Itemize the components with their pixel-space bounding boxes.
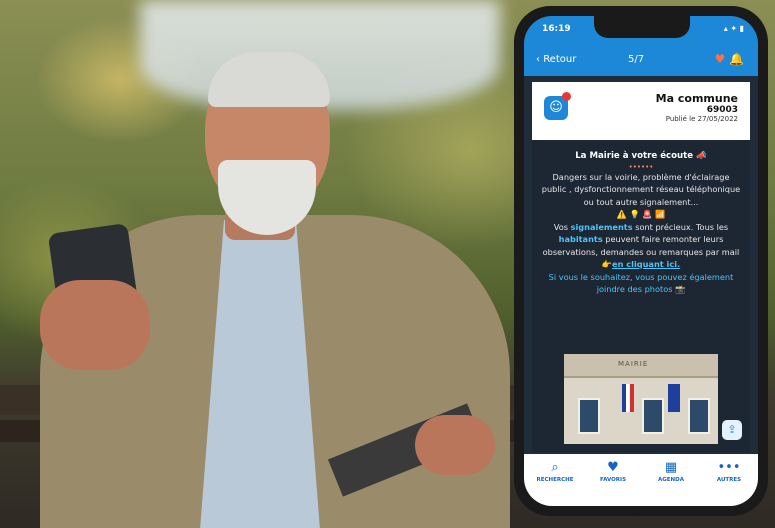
more-icon: ••• xyxy=(717,460,741,475)
commune-name: Ma commune xyxy=(655,92,738,105)
town-hall-image: MAIRIE xyxy=(564,354,718,444)
french-flag xyxy=(622,384,634,412)
published-date: Publié le 27/05/2022 xyxy=(665,115,738,123)
man-right-hand xyxy=(415,415,495,475)
share-icon[interactable]: ⇪ xyxy=(722,420,742,440)
paragraph-2: Vos signalements sont précieux. Tous les… xyxy=(542,221,740,270)
emoji-row: ⚠️ 💡 🚨 📶 xyxy=(616,209,666,219)
tab-agenda[interactable]: ▦ AGENDA xyxy=(642,460,700,483)
bottom-tab-bar: ⌕ RECHERCHE ♥ FAVORIS ▦ AGENDA ••• AUTRE… xyxy=(524,454,758,506)
pager: 5/7 xyxy=(628,54,645,65)
bell-icon[interactable]: 🔔 xyxy=(729,52,744,66)
notification-dot xyxy=(562,92,571,101)
town-hall-sign: MAIRIE xyxy=(618,360,649,368)
tab-autres[interactable]: ••• AUTRES xyxy=(700,460,758,483)
heart-icon[interactable]: ♥ xyxy=(714,52,725,66)
commune-header: ☺ Ma commune 69003 Publié le 27/05/2022 xyxy=(532,82,750,140)
article-title: La Mairie à votre écoute 📣 xyxy=(575,151,707,161)
mail-link[interactable]: en cliquant ici. xyxy=(612,259,680,269)
phone-notch xyxy=(594,16,690,38)
paragraph-1: Dangers sur la voirie, problème d'éclair… xyxy=(541,171,741,207)
paragraph-3: Si vous le souhaitez, vous pouvez égalem… xyxy=(548,271,734,295)
eu-flag xyxy=(668,384,680,412)
status-time: 16:19 xyxy=(542,24,571,34)
article-content[interactable]: ☺ Ma commune 69003 Publié le 27/05/2022 … xyxy=(532,82,750,452)
tab-favoris[interactable]: ♥ FAVORIS xyxy=(584,460,642,483)
phone-screen: 16:19 ▴ ✦ ▮ ‹ Retour 5/7 ♥ 🔔 ☺ Ma commun… xyxy=(524,16,758,506)
back-button[interactable]: ‹ Retour xyxy=(536,54,576,65)
heart-icon: ♥ xyxy=(607,460,619,475)
search-icon: ⌕ xyxy=(551,460,559,475)
tab-recherche[interactable]: ⌕ RECHERCHE xyxy=(526,460,584,483)
postal-code: 69003 xyxy=(706,105,738,115)
article-body: La Mairie à votre écoute 📣 •••••• Danger… xyxy=(532,144,750,296)
nav-bar: ‹ Retour 5/7 ♥ 🔔 xyxy=(524,46,758,76)
man-left-hand xyxy=(40,280,150,370)
system-icons: ▴ ✦ ▮ xyxy=(723,24,744,33)
back-label: Retour xyxy=(543,54,577,65)
separator-dots: •••••• xyxy=(628,162,654,171)
calendar-icon: ▦ xyxy=(664,460,678,475)
